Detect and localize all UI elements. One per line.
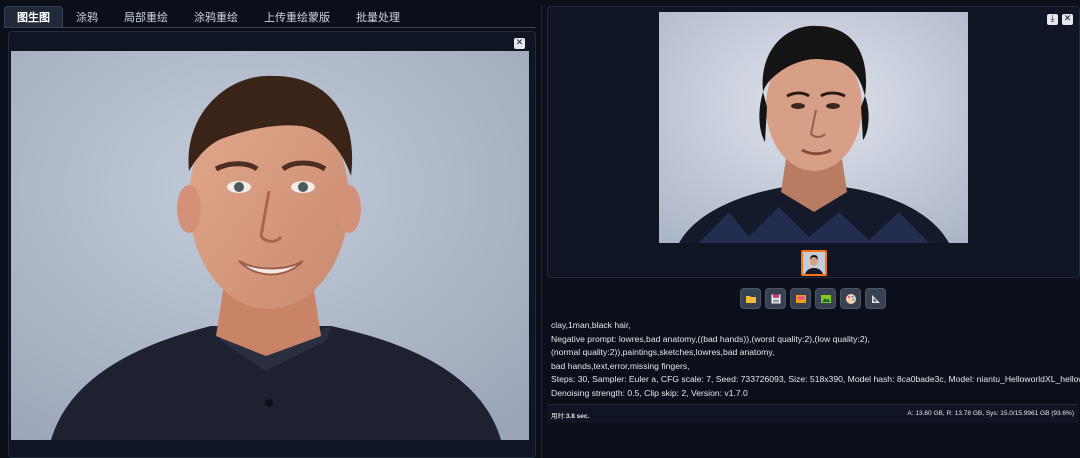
thumbnail-illustration (803, 252, 825, 274)
negative-prompt-text-cont: (normal quality:2)),paintings,sketches,l… (551, 347, 775, 357)
generation-info: clay,1man,black hair, Negative prompt: l… (551, 319, 1080, 400)
bottom-area (547, 424, 1078, 458)
tab-img2img[interactable]: 图生图 (4, 6, 63, 28)
send-to-extras-button[interactable] (840, 288, 861, 309)
clear-image-button[interactable]: ✕ (514, 38, 525, 49)
output-toolbar (740, 288, 886, 309)
negative-prompt-text-end: bad hands,text,error,missing fingers, (551, 360, 690, 371)
output-image[interactable] (659, 12, 968, 243)
triangle-ruler-icon (871, 294, 880, 303)
prompt-text: clay,1man,black hair, (551, 320, 631, 330)
column-divider (541, 6, 542, 458)
memory-usage: A: 13.60 GB, R: 13.78 GB, Sys: 15.0/15.9… (907, 410, 1074, 417)
open-folder-button[interactable] (740, 288, 761, 309)
negative-prompt-text: Negative prompt: lowres,bad anatomy,((ba… (551, 333, 870, 344)
elapsed-time: 用时:3.8 sec. (551, 413, 590, 420)
inpaint-icon (820, 294, 831, 303)
input-image-panel[interactable]: ✕ (8, 31, 536, 458)
send-to-inpaint-button[interactable] (815, 288, 836, 309)
tab-sketch[interactable]: 涂鸦 (63, 6, 111, 28)
ruler-button[interactable] (865, 288, 886, 309)
params-text: Steps: 30, Sampler: Euler a, CFG scale: … (551, 374, 1080, 384)
tab-batch[interactable]: 批量处理 (343, 6, 413, 28)
save-button[interactable] (765, 288, 786, 309)
performance-stats: 用时:3.8 sec. A: 13.60 GB, R: 13.78 GB, Sy… (547, 404, 1078, 423)
tab-inpaint-sketch[interactable]: 涂鸦重绘 (181, 6, 251, 28)
save-icon (771, 294, 780, 303)
input-image[interactable] (11, 51, 529, 440)
folder-icon (745, 295, 756, 303)
palette-icon (845, 293, 856, 304)
download-button[interactable]: ⤓ (1047, 14, 1058, 25)
img2img-icon (795, 294, 806, 303)
portrait-illustration (11, 51, 529, 440)
tab-divider (4, 27, 536, 28)
output-thumbnail[interactable] (801, 250, 827, 276)
tab-inpaint[interactable]: 局部重绘 (111, 6, 181, 28)
send-to-img2img-button[interactable] (790, 288, 811, 309)
tab-bar: 图生图 涂鸦 局部重绘 涂鸦重绘 上传重绘蒙版 批量处理 (4, 6, 413, 28)
close-preview-button[interactable]: ✕ (1062, 14, 1073, 25)
params-text-cont: Denoising strength: 0.5, Clip skip: 2, V… (551, 387, 748, 398)
tab-inpaint-upload[interactable]: 上传重绘蒙版 (251, 6, 343, 28)
clay-portrait-illustration (659, 12, 968, 243)
